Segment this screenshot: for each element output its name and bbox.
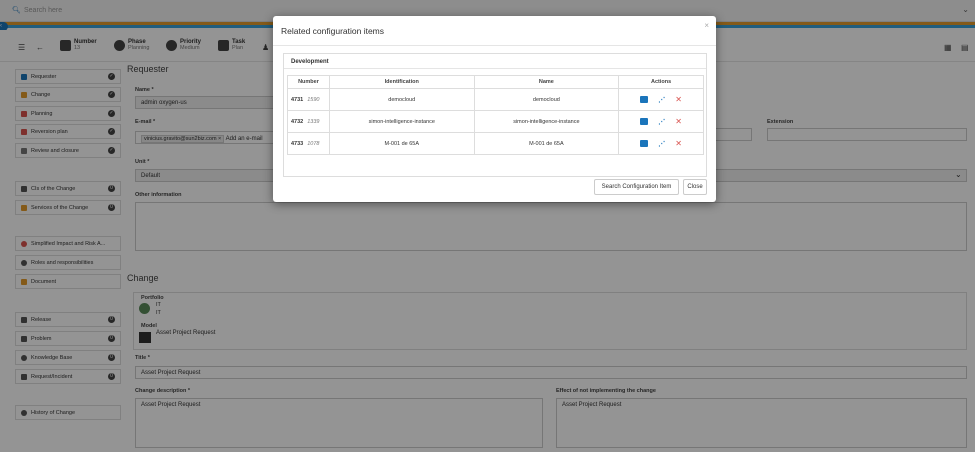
actions-cell: ⋰ ✕ — [618, 110, 704, 133]
ci-id: 4732 — [291, 118, 304, 125]
actions-cell: ⋰ ✕ — [618, 132, 704, 155]
table-row[interactable]: 4731 1590 democloud democloud ⋰ ✕ — [287, 88, 704, 111]
view-icon[interactable] — [640, 118, 649, 125]
ci-table: Number Identification Name Actions 4731 1… — [287, 75, 704, 155]
column-header: Number — [287, 75, 330, 89]
view-icon[interactable] — [640, 96, 649, 103]
remove-icon[interactable]: ✕ — [675, 117, 682, 126]
related-ci-modal: Related configuration items × Developmen… — [273, 16, 716, 202]
identification-cell: democloud — [328, 88, 475, 111]
column-header: Actions — [618, 75, 704, 89]
modal-title: Related configuration items — [281, 26, 385, 36]
table-row[interactable]: 4732 1339 simon-intelligence-instance sim… — [287, 110, 704, 133]
name-cell: simon-intelligence-instance — [473, 110, 620, 133]
close-icon[interactable]: × — [704, 21, 709, 30]
ci-code: 1078 — [307, 140, 320, 147]
view-icon[interactable] — [640, 140, 649, 147]
relationship-tree-icon[interactable]: ⋰ — [658, 96, 665, 104]
ci-code: 1339 — [307, 118, 320, 125]
number-cell: 4733 1078 — [287, 132, 330, 155]
ci-id: 4731 — [291, 96, 304, 103]
ci-code: 1590 — [307, 96, 320, 103]
close-button[interactable]: Close — [683, 179, 707, 195]
column-header: Identification — [328, 75, 475, 89]
search-ci-button[interactable]: Search Configuration Item — [594, 179, 679, 195]
relationship-tree-icon[interactable]: ⋰ — [658, 140, 665, 148]
ci-id: 4733 — [291, 140, 304, 147]
actions-cell: ⋰ ✕ — [618, 88, 704, 111]
remove-icon[interactable]: ✕ — [675, 95, 682, 104]
identification-cell: simon-intelligence-instance — [328, 110, 475, 133]
relationship-tree-icon[interactable]: ⋰ — [658, 118, 665, 126]
modal-divider — [273, 45, 716, 46]
table-row[interactable]: 4733 1078 M-001 de 65A M-001 de 65A ⋰ ✕ — [287, 132, 704, 155]
development-panel: Development Number Identification Name A… — [283, 53, 707, 177]
identification-cell: M-001 de 65A — [328, 132, 475, 155]
number-cell: 4731 1590 — [287, 88, 330, 111]
remove-icon[interactable]: ✕ — [675, 139, 682, 148]
name-cell: M-001 de 65A — [473, 132, 620, 155]
number-cell: 4732 1339 — [287, 110, 330, 133]
name-cell: democloud — [473, 88, 620, 111]
table-header-row: Number Identification Name Actions — [287, 75, 704, 89]
panel-title: Development — [284, 54, 706, 69]
column-header: Name — [473, 75, 620, 89]
